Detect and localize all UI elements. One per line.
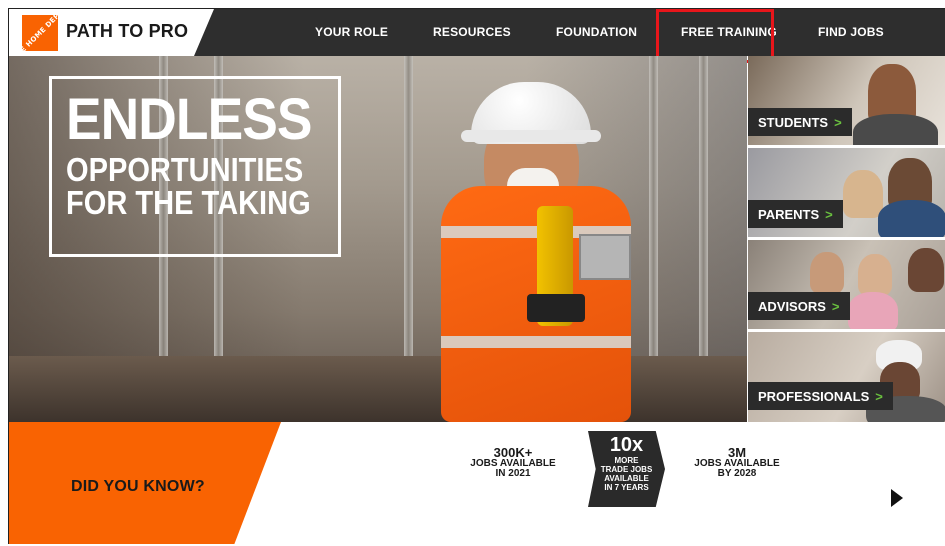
brand[interactable]: THE HOME DEPOT PATH TO PRO [9, 9, 214, 56]
electrical-box [579, 234, 631, 280]
nav-find-jobs[interactable]: FIND JOBS [818, 25, 884, 39]
stat-300k: 300K+ JOBS AVAILABLE IN 2021 [470, 445, 556, 479]
nav-foundation[interactable]: FOUNDATION [556, 25, 637, 39]
did-you-know-label: DID YOU KNOW? [71, 478, 205, 495]
tile-parents[interactable]: PARENTS > [748, 148, 945, 237]
nav-resources[interactable]: RESOURCES [433, 25, 511, 39]
hero-headline: ENDLESS OPPORTUNITIES FOR THE TAKING [49, 76, 341, 257]
stat-10x-badge: 10x MORE TRADE JOBS AVAILABLE IN 7 YEARS [588, 431, 665, 507]
free-training-highlight-box [656, 9, 774, 63]
audience-tiles: STUDENTS > PARENTS > ADVISORS > PROFESSIONA… [748, 56, 945, 422]
stats-bar: DID YOU KNOW? 300K+ JOBS AVAILABLE IN 20… [9, 422, 945, 544]
hero-line-2: OPPORTUNITIES [66, 151, 304, 188]
nav-your-role[interactable]: YOUR ROLE [315, 25, 388, 39]
tile-label-students: STUDENTS > [748, 108, 852, 136]
top-nav: THE HOME DEPOT PATH TO PRO YOUR ROLE RES… [9, 9, 945, 56]
tile-advisors[interactable]: ADVISORS > [748, 240, 945, 329]
page-frame: THE HOME DEPOT PATH TO PRO YOUR ROLE RES… [8, 8, 945, 544]
tile-label-professionals: PROFESSIONALS > [748, 382, 893, 410]
tile-label-parents: PARENTS > [748, 200, 843, 228]
home-depot-logo: THE HOME DEPOT [10, 8, 70, 63]
brand-name: PATH TO PRO [66, 21, 189, 41]
hero-line-3: FOR THE TAKING [66, 184, 311, 221]
tile-students[interactable]: STUDENTS > [748, 56, 945, 145]
stat-3m: 3M JOBS AVAILABLE BY 2028 [694, 445, 780, 479]
hero-image: ENDLESS OPPORTUNITIES FOR THE TAKING [9, 56, 747, 422]
tile-professionals[interactable]: PROFESSIONALS > [748, 332, 945, 422]
tile-label-advisors: ADVISORS > [748, 292, 850, 320]
play-triangle-icon[interactable] [891, 489, 903, 507]
hero-line-1: ENDLESS [66, 87, 313, 152]
